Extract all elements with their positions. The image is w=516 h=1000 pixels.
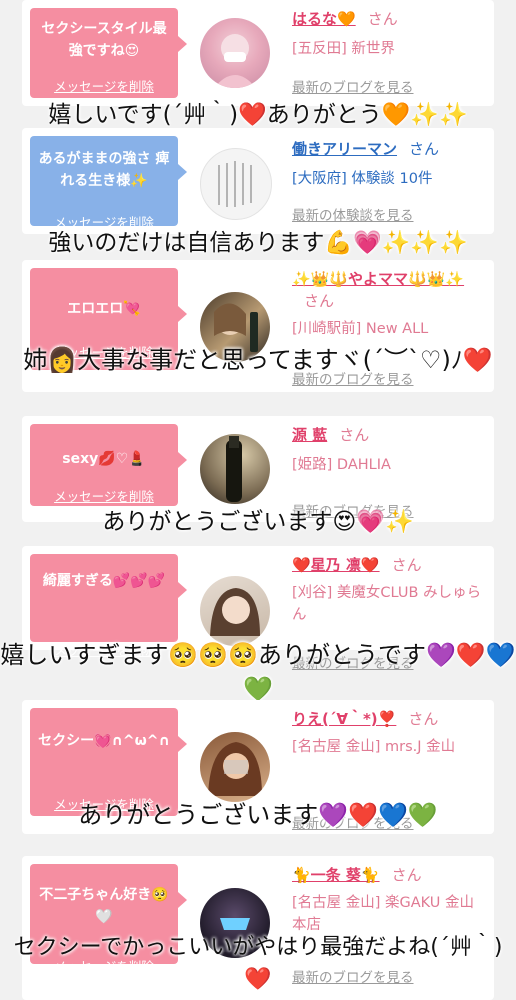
cast-info: りえ(´∀｀*)❣️ さん [名古屋 金山] mrs.J 金山 最新のブログを見る: [292, 708, 486, 832]
reply-overlay-text: ありがとうございます😍💗✨: [102, 509, 414, 535]
message-card: 綺麗すぎる💕💕💕 メッセージを削除 ❤️星乃 凛❤️ さん [刈谷] 美魔女CLU…: [22, 546, 494, 672]
shop-label: [名古屋 金山] 楽GAKU 金山本店: [292, 895, 475, 933]
cast-name-link[interactable]: はるな🧡: [292, 10, 356, 28]
honorific: さん: [391, 556, 422, 574]
honorific: さん: [304, 292, 335, 310]
message-text: セクシースタイル最強ですね😍: [41, 21, 167, 59]
shop-label: [名古屋 金山] mrs.J 金山: [292, 739, 456, 755]
reply-overlay-text: 姉👩大事な事だと思ってますヾ(´︶`♡)ﾉ❤️: [23, 346, 493, 374]
cast-info: 🐈一条 葵🐈 さん [名古屋 金山] 楽GAKU 金山本店 最新のブログを見る: [292, 864, 486, 986]
avatar[interactable]: [200, 732, 270, 802]
cast-info: 源 藍さん [姫路] DAHLIA 最新のブログを見る: [292, 424, 486, 520]
message-text: 不二子ちゃん好き🥺🤍: [39, 887, 169, 925]
honorific: さん: [408, 710, 439, 728]
cast-name-link[interactable]: ✨👑🔱やよママ🔱👑✨: [292, 270, 464, 288]
reply-overlay-text: 強いのだけは自信あります💪💗✨✨✨: [48, 230, 468, 256]
shop-label: [大阪府] 体験談 10件: [292, 171, 433, 187]
message-bubble: あるがままの強さ 痺れる生き様✨ メッセージを削除: [30, 136, 187, 230]
message-bubble: セクシースタイル最強ですね😍 メッセージを削除: [30, 8, 187, 98]
honorific: さん: [409, 140, 440, 158]
message-card: あるがままの強さ 痺れる生き様✨ メッセージを削除 働きアリーマン さん [大阪府…: [22, 128, 494, 234]
reply-overlay-text: 嬉しいすぎます🥺🥺🥺ありがとうです💜❤️💙💚: [0, 641, 516, 703]
shop-label: [姫路] DAHLIA: [292, 457, 391, 473]
latest-blog-link[interactable]: 最新のブログを見る: [292, 76, 414, 96]
cast-info: ❤️星乃 凛❤️ さん [刈谷] 美魔女CLUB みしゅらん 最新のブログを見る: [292, 554, 486, 672]
cast-name-link[interactable]: 源 藍: [292, 426, 327, 444]
latest-review-link[interactable]: 最新の体験談を見る: [292, 204, 414, 224]
cast-info: 働きアリーマン さん [大阪府] 体験談 10件 最新の体験談を見る: [292, 138, 486, 224]
shop-label: [五反田] 新世界: [292, 41, 395, 57]
cast-name-link[interactable]: 働きアリーマン: [292, 140, 397, 158]
message-text: あるがままの強さ 痺れる生き様✨: [38, 151, 170, 189]
shop-label: [刈谷] 美魔女CLUB みしゅらん: [292, 585, 482, 623]
honorific: さん: [367, 10, 398, 28]
reply-overlay-text: 嬉しいです(´艸｀)❤️ありがとう🧡✨✨: [48, 102, 468, 128]
reply-overlay-text: ありがとうございます💜❤️💙💚: [78, 801, 438, 829]
avatar-image: [210, 588, 260, 636]
avatar-image: [226, 436, 242, 502]
message-card: セクシースタイル最強ですね😍 メッセージを削除 はるな🧡 さん [五反田] 新世界…: [22, 0, 494, 106]
message-text: sexy💋♡💄: [62, 451, 146, 467]
delete-message-link[interactable]: メッセージを削除: [30, 76, 178, 95]
message-text: エロエロ💘: [67, 301, 141, 317]
message-bubble: sexy💋♡💄 メッセージを削除: [30, 424, 187, 506]
avatar[interactable]: [200, 434, 270, 504]
honorific: さん: [391, 866, 422, 884]
cast-info: はるな🧡 さん [五反田] 新世界 最新のブログを見る: [292, 8, 486, 96]
avatar-image: [218, 161, 252, 207]
cast-name-link[interactable]: りえ(´∀｀*)❣️: [292, 710, 396, 728]
cast-info: ✨👑🔱やよママ🔱👑✨さん [川崎駅前] New ALL 最新のブログを見る: [292, 268, 486, 388]
avatar-image: [214, 34, 256, 88]
cast-name-link[interactable]: 🐈一条 葵🐈: [292, 866, 380, 884]
message-text: セクシー💓∩^ω^∩: [38, 733, 170, 749]
delete-message-link[interactable]: メッセージを削除: [30, 486, 178, 505]
reply-overlay-text: セクシーでかっこいいがやはり最強だよね(´艸｀)❤️: [13, 935, 503, 992]
avatar-image: [208, 742, 262, 796]
avatar[interactable]: [200, 18, 270, 88]
message-bubble: 綺麗すぎる💕💕💕 メッセージを削除: [30, 554, 187, 658]
honorific: さん: [339, 426, 370, 444]
avatar[interactable]: [200, 148, 272, 220]
shop-label: [川崎駅前] New ALL: [292, 321, 429, 337]
message-text: 綺麗すぎる💕💕💕: [42, 573, 166, 589]
cast-name-link[interactable]: ❤️星乃 凛❤️: [292, 556, 380, 574]
avatar[interactable]: [200, 576, 270, 646]
